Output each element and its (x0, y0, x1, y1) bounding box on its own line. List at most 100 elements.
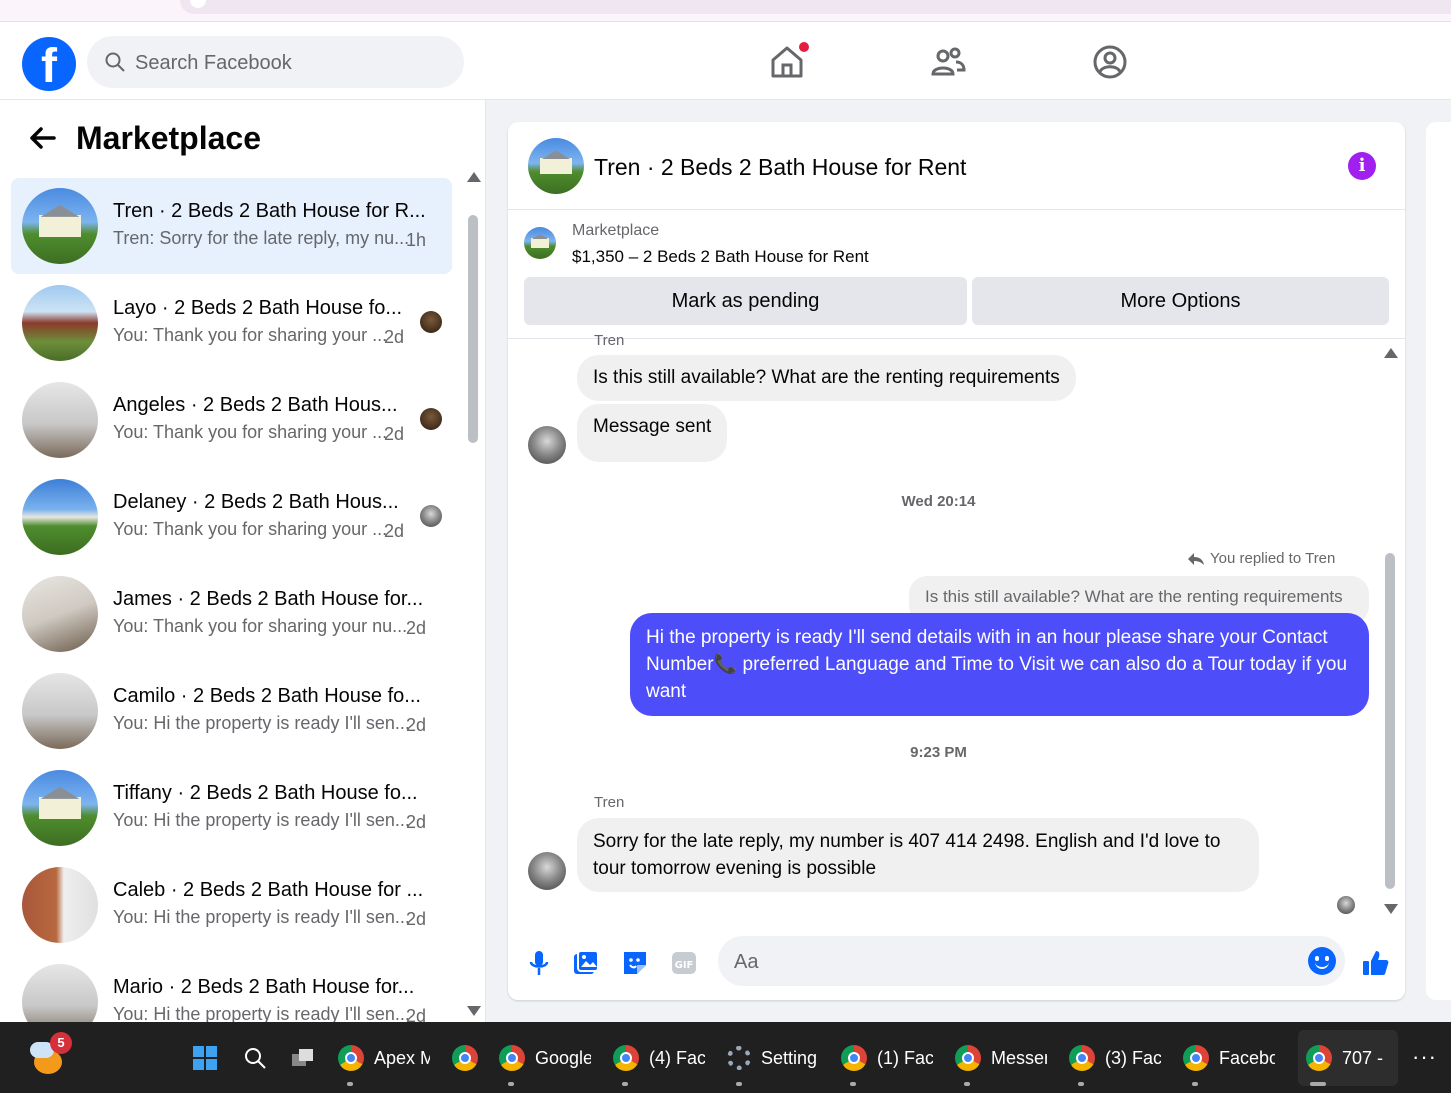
taskbar-app[interactable]: Google (499, 1042, 591, 1074)
search-icon (105, 52, 125, 72)
sender-avatar[interactable] (528, 426, 566, 464)
running-indicator (508, 1082, 514, 1086)
conversation-item[interactable]: James · 2 Beds 2 Bath House for... You: … (11, 566, 452, 662)
conversation-preview: You: Thank you for sharing your nu... (113, 616, 408, 636)
weather-widget-icon[interactable]: 5 (30, 1032, 72, 1074)
reply-icon (1188, 552, 1204, 565)
sender-avatar[interactable] (528, 852, 566, 890)
chrome-icon (1183, 1045, 1209, 1071)
outgoing-message[interactable]: Hi the property is ready I'll send detai… (630, 613, 1369, 716)
conversation-time: 2d (384, 521, 405, 541)
windows-start-icon[interactable] (193, 1046, 217, 1070)
scroll-down-arrow-icon[interactable] (1384, 904, 1398, 914)
conversation-item[interactable]: Layo · 2 Beds 2 Bath House fo... You: Th… (11, 275, 452, 371)
conversation-name: Tiffany · 2 Beds 2 Bath House fo... (113, 782, 418, 804)
taskbar-app[interactable]: Messer (955, 1042, 1047, 1074)
chrome-icon (338, 1045, 364, 1071)
chat-scrollbar[interactable] (1385, 553, 1395, 889)
more-overflow-icon[interactable]: ··· (1412, 1044, 1437, 1070)
sticker-icon[interactable] (620, 948, 650, 978)
taskbar-app[interactable] (452, 1042, 488, 1074)
back-arrow-icon[interactable] (28, 124, 56, 152)
listing-avatar (22, 285, 98, 361)
incoming-message[interactable]: Sorry for the late reply, my number is 4… (577, 818, 1259, 892)
home-icon[interactable] (769, 42, 809, 80)
sender-name: Tren (594, 332, 625, 346)
chat-title[interactable]: Tren · 2 Beds 2 Bath House for Rent (594, 154, 966, 181)
conversation-preview: You: Thank you for sharing your ... (113, 519, 388, 539)
taskbar-app-label: (3) Fac (1105, 1047, 1161, 1068)
taskbar-app-label: Facebo (1219, 1047, 1275, 1068)
facebook-logo-icon[interactable]: f (22, 37, 76, 91)
conversation-item[interactable]: Mario · 2 Beds 2 Bath House for... You: … (11, 954, 452, 1022)
more-options-button[interactable]: More Options (972, 277, 1389, 325)
facebook-top-nav: f Search Facebook (0, 22, 1451, 100)
conversation-item[interactable]: Camilo · 2 Beds 2 Bath House fo... You: … (11, 663, 452, 759)
taskbar-app[interactable]: (3) Fac (1069, 1042, 1161, 1074)
conversation-preview: You: Thank you for sharing your ... (113, 422, 388, 442)
running-indicator (964, 1082, 970, 1086)
browser-address-strip (0, 0, 1451, 22)
mark-as-pending-button[interactable]: Mark as pending (524, 277, 967, 325)
chrome-icon (1306, 1045, 1332, 1071)
sender-name: Tren (594, 794, 625, 811)
taskbar-search-icon[interactable] (243, 1046, 267, 1070)
site-icon (190, 0, 206, 8)
chat-avatar[interactable] (528, 138, 584, 194)
conversation-item[interactable]: Delaney · 2 Beds 2 Bath Hous... You: Tha… (11, 469, 452, 565)
task-view-icon[interactable] (290, 1046, 316, 1070)
search-placeholder: Search Facebook (135, 52, 292, 74)
photo-icon[interactable] (571, 948, 601, 978)
taskbar-app-label: Apex M (374, 1047, 430, 1068)
scroll-down-arrow-icon[interactable] (467, 1006, 481, 1016)
conversation-time: 2d (406, 909, 427, 929)
conversation-item[interactable]: Tren · 2 Beds 2 Bath House for R... Tren… (11, 178, 452, 274)
chrome-icon (1069, 1045, 1095, 1071)
taskbar-app[interactable]: (1) Face (841, 1042, 933, 1074)
conversation-preview: You: Hi the property is ready I'll sen..… (113, 907, 410, 927)
listing-bar: Marketplace $1,350 – 2 Beds 2 Bath House… (508, 211, 1405, 339)
seen-avatar (1337, 896, 1355, 914)
conversation-name: Layo · 2 Beds 2 Bath House fo... (113, 297, 403, 319)
gif-icon[interactable]: GIF (669, 948, 699, 978)
chat-header: Tren · 2 Beds 2 Bath House for Rent i (508, 122, 1405, 210)
taskbar-app[interactable]: Apex M (338, 1042, 430, 1074)
seen-avatar (420, 505, 442, 527)
conversation-item[interactable]: Angeles · 2 Beds 2 Bath Hous... You: Tha… (11, 372, 452, 468)
conversation-item[interactable]: Tiffany · 2 Beds 2 Bath House fo... You:… (11, 760, 452, 856)
listing-title[interactable]: $1,350 – 2 Beds 2 Bath House for Rent (572, 247, 869, 267)
profile-groups-icon[interactable] (1092, 44, 1128, 80)
taskbar-app[interactable]: 707 - (1306, 1042, 1392, 1074)
timestamp: Wed 20:14 (901, 493, 976, 510)
taskbar-app[interactable]: (4) Fac (613, 1042, 705, 1074)
scroll-up-arrow-icon[interactable] (1384, 348, 1398, 358)
incoming-message[interactable]: Is this still available? What are the re… (577, 355, 1076, 401)
right-panel-edge (1426, 122, 1451, 1000)
conversation-time: 2d (406, 715, 427, 735)
address-bar[interactable] (180, 0, 1451, 14)
listing-avatar (22, 964, 98, 1022)
sidebar-scrollbar[interactable] (468, 215, 478, 443)
running-indicator (736, 1082, 742, 1086)
scroll-up-arrow-icon[interactable] (467, 172, 481, 182)
friends-icon[interactable] (930, 44, 966, 80)
emoji-icon[interactable] (1308, 947, 1336, 975)
running-indicator (347, 1082, 353, 1086)
conversation-preview: Tren: Sorry for the late reply, my nu... (113, 228, 410, 248)
microphone-icon[interactable] (524, 948, 554, 978)
incoming-message[interactable]: Message sent (577, 404, 728, 462)
conversation-item[interactable]: Caleb · 2 Beds 2 Bath House for ... You:… (11, 857, 452, 953)
conversation-name: James · 2 Beds 2 Bath House for... (113, 588, 424, 610)
listing-thumbnail[interactable] (524, 227, 556, 259)
message-thread: Tren Is this still available? What are t… (508, 332, 1405, 920)
listing-avatar (22, 382, 98, 458)
marketplace-inbox-sidebar: Marketplace Tren · 2 Beds 2 Bath House f… (0, 100, 486, 1022)
taskbar-app[interactable]: Setting (727, 1042, 819, 1074)
reply-label: You replied to Tren (1210, 550, 1336, 567)
taskbar-app[interactable]: Facebo (1183, 1042, 1275, 1074)
thumbs-up-icon[interactable] (1360, 948, 1390, 978)
conversation-name: Tren · 2 Beds 2 Bath House for R... (113, 200, 426, 222)
search-input[interactable]: Search Facebook (87, 36, 464, 88)
info-icon[interactable]: i (1348, 152, 1376, 180)
message-input[interactable]: Aa (718, 936, 1345, 986)
